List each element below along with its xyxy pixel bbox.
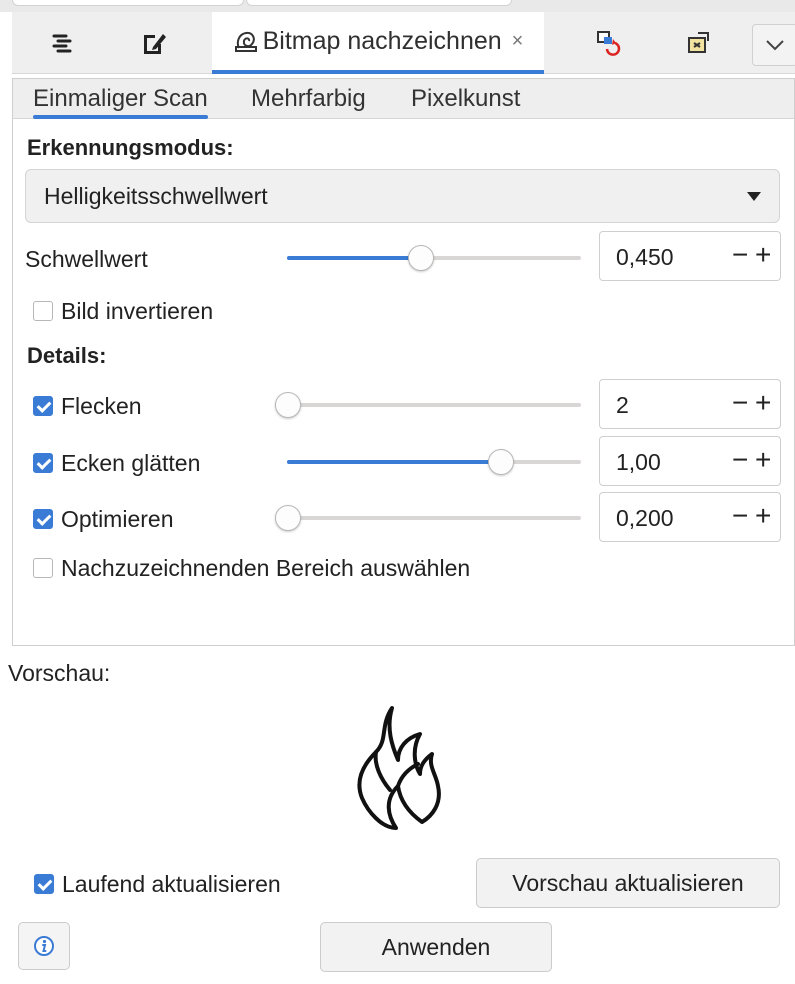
slider-knob[interactable] [488,449,514,475]
live-update-label: Laufend aktualisieren [62,871,281,897]
transform-icon [688,32,709,53]
mode-tabs: Einmaliger Scan Mehrfarbig Pixelkunst [13,79,794,119]
optimize-checkbox[interactable] [33,509,53,529]
edit-document-icon [144,34,166,54]
speckles-slider[interactable] [275,390,581,420]
smooth-corners-checkbox[interactable] [33,453,53,473]
slider-fill [287,460,501,464]
chevron-down-icon [766,40,784,51]
info-icon [34,936,54,956]
optimize-value: 0,200 [616,505,674,531]
speckles-value: 2 [616,392,629,418]
tab-swatches[interactable] [586,12,630,74]
detection-mode-value: Helligkeitsschwellwert [44,183,268,209]
info-button[interactable] [18,922,70,970]
threshold-slider[interactable] [287,243,581,273]
live-update-checkbox[interactable] [34,874,54,894]
slider-knob[interactable] [275,505,301,531]
minus-icon[interactable]: − [732,500,748,532]
plus-icon[interactable]: + [755,387,771,419]
slider-knob[interactable] [275,392,301,418]
invert-label: Bild invertieren [61,298,214,324]
minus-icon[interactable]: − [732,387,748,419]
speckles-checkbox[interactable] [33,396,53,416]
apply-button[interactable]: Anwenden [320,922,552,972]
slider-fill [287,256,421,260]
dock-tab-bar: Bitmap nachzeichnen × [12,12,795,74]
smooth-corners-value: 1,00 [616,449,661,475]
smooth-corners-spinbox[interactable]: 1,00 − + [599,436,781,486]
tab-document[interactable] [132,12,176,74]
optimize-spinbox[interactable]: 0,200 − + [599,492,781,542]
tab-trace-bitmap[interactable]: Bitmap nachzeichnen × [212,12,544,74]
align-icon [52,34,72,53]
detection-mode-heading: Erkennungsmodus: [27,135,234,160]
smooth-corners-label: Ecken glätten [61,450,201,476]
slider-knob[interactable] [407,245,434,271]
tab-overflow-button[interactable] [752,24,795,66]
optimize-label: Optimieren [61,506,174,532]
plus-icon[interactable]: + [755,239,771,271]
top-strip [0,0,795,12]
plus-icon[interactable]: + [755,444,771,476]
optimize-slider[interactable] [275,503,581,533]
dropdown-arrow-icon [747,192,761,201]
minus-icon[interactable]: − [732,239,748,271]
trace-settings-panel: Einmaliger Scan Mehrfarbig Pixelkunst Er… [12,78,795,646]
detection-mode-dropdown[interactable]: Helligkeitsschwellwert [25,169,780,223]
minus-icon[interactable]: − [732,444,748,476]
slider-track [275,516,581,520]
area-select-checkbox[interactable] [33,558,53,578]
tab-trace-bitmap-label: Bitmap nachzeichnen [262,26,502,55]
swatch-undo-icon [597,31,621,56]
invert-checkbox[interactable] [33,301,53,321]
trace-bitmap-icon [234,31,257,52]
threshold-value: 0,450 [616,244,674,270]
slider-track [275,403,581,407]
tab-align[interactable] [40,12,84,74]
top-strip-segment [246,0,512,6]
speckles-spinbox[interactable]: 2 − + [599,379,781,429]
top-strip-segment [12,0,244,6]
preview-label: Vorschau: [8,660,111,686]
speckles-label: Flecken [61,393,142,419]
tab-pixel-art[interactable]: Pixelkunst [411,79,520,119]
tab-transform[interactable] [676,12,720,74]
tab-single-scan[interactable]: Einmaliger Scan [33,79,208,119]
update-preview-button[interactable]: Vorschau aktualisieren [476,858,780,908]
details-heading: Details: [27,343,107,368]
smooth-corners-slider[interactable] [287,447,581,477]
tab-multicolor[interactable]: Mehrfarbig [251,79,366,119]
preview-image [357,706,441,830]
area-select-label: Nachzuzeichnenden Bereich auswählen [61,555,471,581]
plus-icon[interactable]: + [755,500,771,532]
threshold-label: Schwellwert [25,246,148,272]
tab-close-button[interactable]: × [512,30,524,53]
threshold-spinbox[interactable]: 0,450 − + [599,231,781,281]
